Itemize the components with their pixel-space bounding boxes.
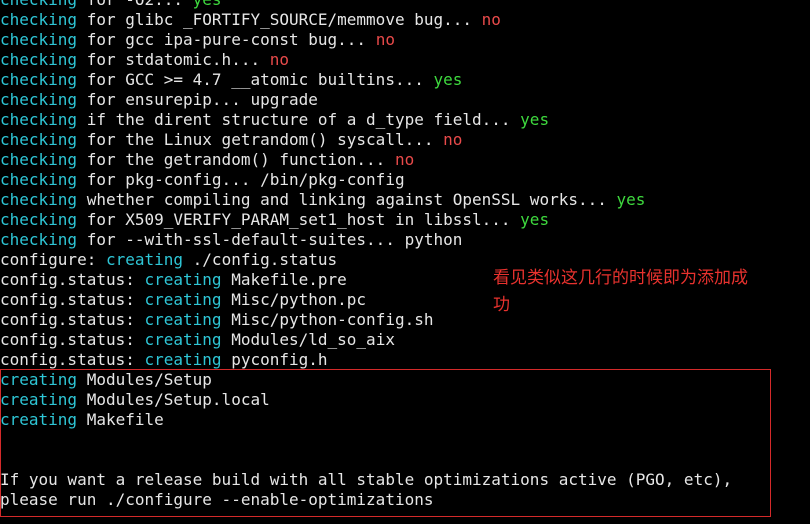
- checking-keyword: checking: [0, 130, 78, 149]
- check-line: checking for stdatomic.h... no: [0, 50, 810, 70]
- check-line: checking whether compiling and linking a…: [0, 190, 810, 210]
- check-line: checking for pkg-config... /bin/pkg-conf…: [0, 170, 810, 190]
- config-lead: config.status:: [0, 310, 145, 329]
- check-line: checking for the Linux getrandom() sysca…: [0, 130, 810, 150]
- created-file: pyconfig.h: [221, 350, 328, 369]
- checking-keyword: checking: [0, 0, 77, 9]
- check-line: checking for the getrandom() function...…: [0, 150, 810, 170]
- creating-keyword: creating: [144, 330, 222, 349]
- created-file: ./config.status: [183, 250, 338, 269]
- checking-keyword: checking: [0, 230, 78, 249]
- creating-keyword: creating: [144, 270, 222, 289]
- check-result: no: [443, 130, 463, 149]
- check-line: checking for --with-ssl-default-suites..…: [0, 230, 810, 250]
- creating-keyword: creating: [0, 410, 78, 429]
- check-description: for pkg-config... /bin/pkg-config: [77, 170, 405, 189]
- created-file: Makefile.pre: [221, 270, 347, 289]
- checking-keyword: checking: [0, 170, 78, 189]
- checking-keyword: checking: [0, 50, 78, 69]
- checking-keyword: checking: [0, 150, 78, 169]
- creating-line: creating Modules/Setup: [0, 370, 810, 390]
- checking-keyword: checking: [0, 70, 78, 89]
- created-file: Misc/python-config.sh: [221, 310, 434, 329]
- creating-keyword: creating: [144, 350, 222, 369]
- creating-keyword: creating: [105, 250, 184, 269]
- check-result: no: [481, 10, 501, 29]
- checking-keyword: checking: [0, 190, 78, 209]
- check-description: for the Linux getrandom() syscall...: [77, 130, 444, 149]
- check-description: for gcc ipa-pure-const bug...: [77, 30, 376, 49]
- check-description: for GCC >= 4.7 __atomic builtins...: [77, 70, 434, 89]
- check-result: yes: [193, 0, 222, 9]
- check-line: checking for -O2... yes: [0, 0, 810, 10]
- creating-keyword: creating: [144, 310, 222, 329]
- check-description: if the dirent structure of a d_type fiel…: [77, 110, 521, 129]
- created-file: Modules/Setup: [77, 370, 212, 389]
- created-file: Modules/Setup.local: [77, 390, 270, 409]
- check-result: no: [375, 30, 395, 49]
- checking-keyword: checking: [0, 30, 78, 49]
- check-result: yes: [520, 210, 550, 229]
- configure-check-output: checking for -O2... yeschecking for glib…: [0, 0, 810, 250]
- check-line: checking for ensurepip... upgrade: [0, 90, 810, 110]
- success-annotation: 看见类似这几行的时候即为添加成功: [493, 268, 748, 315]
- check-result: no: [269, 50, 289, 69]
- check-line: checking if the dirent structure of a d_…: [0, 110, 810, 130]
- creating-keyword: creating: [144, 290, 222, 309]
- check-description: whether compiling and linking against Op…: [77, 190, 617, 209]
- check-description: for -O2...: [77, 0, 193, 9]
- checking-keyword: checking: [0, 110, 78, 129]
- creating-line: creating Makefile: [0, 410, 810, 430]
- config-status-line: config.status: creating pyconfig.h: [0, 350, 810, 370]
- config-lead: config.status:: [0, 270, 145, 289]
- creating-output: creating Modules/Setup creating Modules/S…: [0, 370, 810, 430]
- optimization-command-line: please run ./configure --enable-optimiza…: [0, 490, 434, 509]
- creating-keyword: creating: [0, 370, 78, 389]
- created-file: Misc/python.pc: [221, 290, 367, 309]
- check-result: yes: [433, 70, 463, 89]
- config-lead: configure:: [0, 250, 106, 269]
- optimization-message-line: If you want a release build with all sta…: [0, 470, 733, 489]
- created-file: Modules/ld_so_aix: [221, 330, 395, 349]
- config-lead: config.status:: [0, 290, 145, 309]
- check-description: for the getrandom() function...: [77, 150, 395, 169]
- check-line: checking for glibc _FORTIFY_SOURCE/memmo…: [0, 10, 810, 30]
- checking-keyword: checking: [0, 90, 78, 109]
- config-lead: config.status:: [0, 330, 145, 349]
- check-line: checking for gcc ipa-pure-const bug... n…: [0, 30, 810, 50]
- check-result: no: [394, 150, 415, 169]
- check-description: for stdatomic.h...: [77, 50, 270, 69]
- checking-keyword: checking: [0, 10, 78, 29]
- check-line: checking for GCC >= 4.7 __atomic builtin…: [0, 70, 810, 90]
- check-result: yes: [520, 110, 550, 129]
- check-description: for glibc _FORTIFY_SOURCE/memmove bug...: [77, 10, 482, 29]
- created-file: Makefile: [77, 410, 164, 429]
- check-description: for --with-ssl-default-suites... python: [77, 230, 463, 249]
- creating-line: creating Modules/Setup.local: [0, 390, 810, 410]
- check-line: checking for X509_VERIFY_PARAM_set1_host…: [0, 210, 810, 230]
- check-description: for ensurepip... upgrade: [77, 90, 318, 109]
- checking-keyword: checking: [0, 210, 78, 229]
- config-lead: config.status:: [0, 350, 145, 369]
- check-description: for X509_VERIFY_PARAM_set1_host in libss…: [77, 210, 521, 229]
- terminal-window[interactable]: checking for -O2... yeschecking for glib…: [0, 0, 810, 524]
- creating-keyword: creating: [0, 390, 78, 409]
- config-status-line: config.status: creating Modules/ld_so_ai…: [0, 330, 810, 350]
- check-result: yes: [616, 190, 646, 209]
